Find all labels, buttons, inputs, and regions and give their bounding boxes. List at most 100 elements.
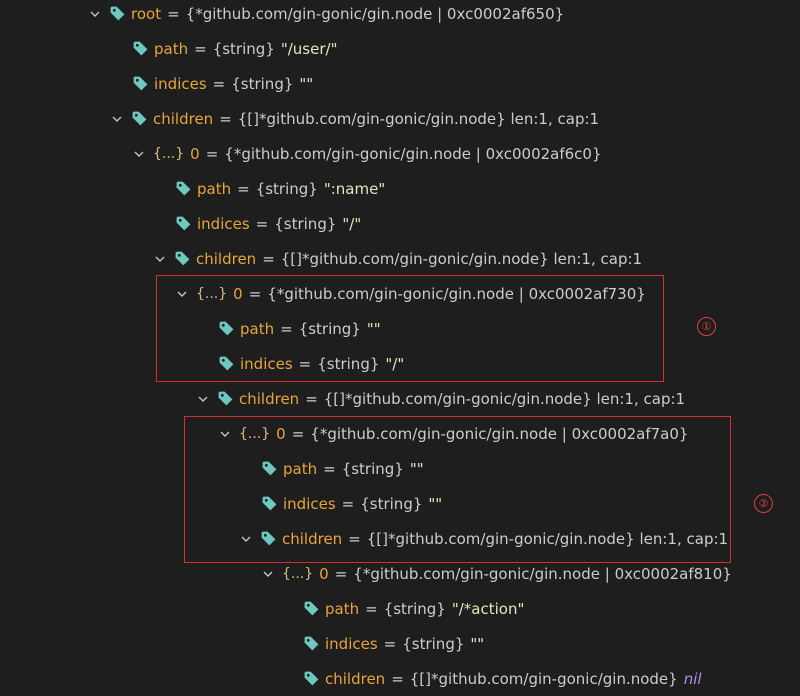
tree-row-path[interactable]: path = {string} "/*action": [0, 591, 800, 626]
equals-sign: =: [212, 74, 226, 93]
tree-row-indices[interactable]: indices = {string} "/": [0, 206, 800, 241]
var-key: path: [240, 319, 275, 338]
tree-row-element-0[interactable]: {...} 0 = {*github.com/gin-gonic/gin.nod…: [0, 556, 800, 591]
annotation-marker-1: ①: [697, 317, 716, 336]
var-key: 0: [319, 564, 329, 583]
equals-sign: =: [237, 179, 250, 198]
equals-sign: =: [280, 319, 293, 338]
var-key: 0: [190, 144, 200, 163]
chevron-down-icon[interactable]: [89, 8, 109, 20]
tree-row-indices[interactable]: indices = {string} "": [0, 66, 800, 101]
var-type: {[]*github.com/gin-gonic/gin.node} len:1…: [237, 109, 600, 128]
var-value: "/user/": [280, 39, 338, 58]
tag-icon: [174, 250, 196, 267]
tag-icon: [218, 355, 240, 372]
tag-icon: [303, 600, 325, 617]
var-type: {*github.com/gin-gonic/gin.node | 0xc000…: [310, 424, 689, 443]
var-nil-value: nil: [683, 669, 702, 688]
var-type: {*github.com/gin-gonic/gin.node | 0xc000…: [224, 144, 602, 163]
tree-row-indices[interactable]: indices = {string} "/": [0, 346, 800, 381]
equals-sign: =: [167, 4, 180, 23]
struct-icon: {...}: [196, 285, 228, 302]
tree-row-children[interactable]: children = {[]*github.com/gin-gonic/gin.…: [0, 521, 800, 556]
chevron-down-icon[interactable]: [111, 113, 131, 125]
var-key: indices: [240, 354, 293, 373]
var-type: {[]*github.com/gin-gonic/gin.node} len:1…: [366, 529, 729, 548]
equals-sign: =: [323, 459, 336, 478]
var-type: {string}: [274, 214, 337, 233]
chevron-down-icon[interactable]: [133, 148, 153, 160]
var-key: 0: [276, 424, 286, 443]
equals-sign: =: [219, 109, 232, 128]
tag-icon: [109, 5, 131, 22]
tag-icon: [260, 530, 282, 547]
var-type: {*github.com/gin-gonic/gin.node | 0xc000…: [267, 284, 646, 303]
struct-icon: {...}: [282, 565, 314, 582]
tag-icon: [218, 320, 240, 337]
tree-row-indices[interactable]: indices = {string} "": [0, 626, 800, 661]
tag-icon: [175, 180, 197, 197]
var-key: children: [282, 529, 343, 548]
chevron-down-icon[interactable]: [262, 568, 282, 580]
var-value: "": [470, 634, 485, 653]
tree-row-path[interactable]: path = {string} "": [0, 451, 800, 486]
tree-row-path[interactable]: path = {string} ":name": [0, 171, 800, 206]
var-value: "/*action": [451, 599, 525, 618]
equals-sign: =: [298, 354, 312, 373]
equals-sign: =: [248, 284, 262, 303]
var-key: path: [283, 459, 318, 478]
var-type: {string}: [317, 354, 380, 373]
equals-sign: =: [291, 424, 305, 443]
chevron-down-icon[interactable]: [219, 428, 239, 440]
var-type: {string}: [402, 634, 465, 653]
var-type: {[]*github.com/gin-gonic/gin.node} len:1…: [280, 249, 643, 268]
tree-row-children[interactable]: children = {[]*github.com/gin-gonic/gin.…: [0, 101, 800, 136]
tag-icon: [217, 390, 239, 407]
tag-icon: [303, 635, 325, 652]
var-type: {string}: [383, 599, 446, 618]
tag-icon: [261, 495, 283, 512]
tree-row-element-0[interactable]: {...} 0 = {*github.com/gin-gonic/gin.nod…: [0, 136, 800, 171]
tree-row-children[interactable]: children = {[]*github.com/gin-gonic/gin.…: [0, 381, 800, 416]
var-type: {[]*github.com/gin-gonic/gin.node}: [409, 669, 678, 688]
var-value: "": [428, 494, 443, 513]
equals-sign: =: [391, 669, 404, 688]
chevron-down-icon[interactable]: [197, 393, 217, 405]
equals-sign: =: [334, 564, 348, 583]
equals-sign: =: [305, 389, 318, 408]
var-key: path: [154, 39, 189, 58]
tree-row-root[interactable]: root = {*github.com/gin-gonic/gin.node |…: [0, 0, 800, 31]
tree-row-path[interactable]: path = {string} "/user/": [0, 31, 800, 66]
chevron-down-icon[interactable]: [240, 533, 260, 545]
tag-icon: [261, 460, 283, 477]
tag-icon: [131, 110, 153, 127]
var-type: {string}: [231, 74, 294, 93]
var-key: indices: [197, 214, 250, 233]
tag-icon: [303, 670, 325, 687]
var-key: children: [153, 109, 214, 128]
tag-icon: [132, 40, 154, 57]
tree-row-children[interactable]: children = {[]*github.com/gin-gonic/gin.…: [0, 661, 800, 696]
var-type: {string}: [298, 319, 361, 338]
var-type: {string}: [255, 179, 318, 198]
equals-sign: =: [262, 249, 275, 268]
chevron-down-icon[interactable]: [154, 253, 174, 265]
tree-row-indices[interactable]: indices = {string} "": [0, 486, 800, 521]
equals-sign: =: [255, 214, 269, 233]
tree-row-element-0[interactable]: {...} 0 = {*github.com/gin-gonic/gin.nod…: [0, 276, 800, 311]
chevron-down-icon[interactable]: [176, 288, 196, 300]
tree-row-path[interactable]: path = {string} "": [0, 311, 800, 346]
tree-row-children[interactable]: children = {[]*github.com/gin-gonic/gin.…: [0, 241, 800, 276]
var-key: children: [325, 669, 386, 688]
var-key: path: [197, 179, 232, 198]
struct-icon: {...}: [239, 425, 271, 442]
struct-icon: {...}: [153, 145, 185, 162]
var-type: {string}: [212, 39, 275, 58]
tree-row-element-0[interactable]: {...} 0 = {*github.com/gin-gonic/gin.nod…: [0, 416, 800, 451]
var-key: children: [239, 389, 300, 408]
var-key: indices: [283, 494, 336, 513]
equals-sign: =: [383, 634, 397, 653]
annotation-marker-2: ②: [754, 494, 773, 513]
var-type: {string}: [341, 459, 404, 478]
var-value: "": [299, 74, 314, 93]
